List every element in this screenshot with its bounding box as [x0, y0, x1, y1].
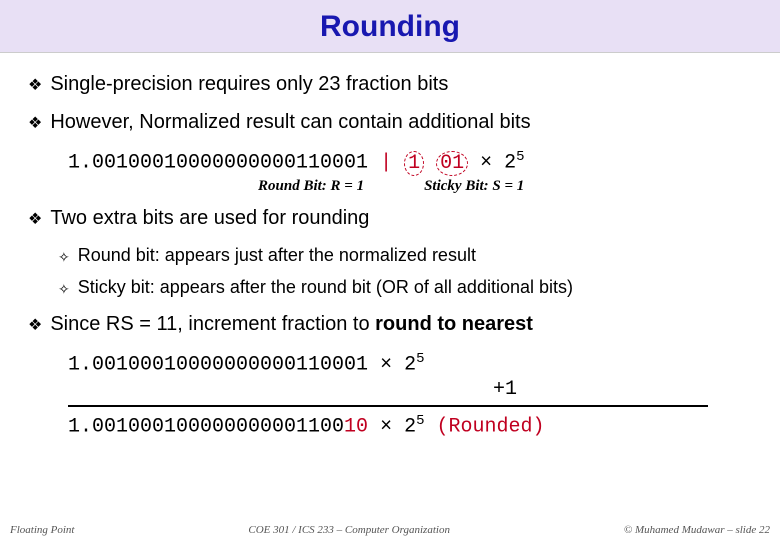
- b4-pre: Since RS = 11, increment fraction to: [50, 313, 375, 335]
- calc1-exp: 5: [416, 351, 424, 367]
- calc1-mantissa: 1.00100010000000000110001: [68, 353, 368, 376]
- example-bits: 1.00100010000000000110001 | 1 01 × 25: [68, 149, 752, 176]
- bullet-4: ❖ Since RS = 11, increment fraction to r…: [28, 313, 752, 339]
- exp: 5: [516, 149, 524, 165]
- calc-plus-one: +1: [258, 378, 752, 401]
- b4-bold: round to nearest: [375, 313, 533, 335]
- calc1-mult: × 2: [368, 353, 416, 376]
- diamond-small-icon: ✧: [58, 277, 70, 301]
- footer-right: © Muhamed Mudawar – slide 22: [624, 524, 770, 536]
- sticky-bits-val: 01: [440, 152, 464, 175]
- calc-result: 1.00100010000000000110010 × 25 (Rounded): [68, 413, 752, 439]
- slide-content: ❖ Single-precision requires only 23 frac…: [0, 53, 780, 439]
- res-mantissa: 1.001000100000000001100: [68, 416, 344, 439]
- example-mantissa: 1.00100010000000000110001: [68, 152, 368, 175]
- calc-divider: [68, 405, 708, 407]
- bullet-3-text: Two extra bits are used for rounding: [50, 207, 369, 230]
- bullet-3: ❖ Two extra bits are used for rounding: [28, 207, 752, 233]
- sticky-bits-box: 01: [436, 151, 468, 176]
- example-sep: |: [368, 152, 404, 175]
- bullet-1: ❖ Single-precision requires only 23 frac…: [28, 73, 752, 99]
- bullet-1-text: Single-precision requires only 23 fracti…: [50, 73, 448, 96]
- res-rounded: (Rounded): [424, 416, 544, 439]
- round-bit-box: 1: [404, 151, 424, 176]
- footer-left: Floating Point: [10, 524, 74, 536]
- slide-footer: Floating Point COE 301 / ICS 233 – Compu…: [0, 524, 780, 536]
- round-bit-label: Round Bit: R = 1: [258, 178, 364, 195]
- calc-line-1: 1.00100010000000000110001 × 25: [68, 351, 752, 377]
- sub1-rest: appears just after the normalized result: [160, 245, 476, 265]
- sub2-pre: Sticky bit:: [78, 277, 155, 297]
- bullet-2: ❖ However, Normalized result can contain…: [28, 111, 752, 137]
- round-bit-val: 1: [408, 152, 420, 175]
- slide-title: Rounding: [0, 0, 780, 53]
- sp: [424, 152, 436, 175]
- sub-bullet-2: ✧ Sticky bit: appears after the round bi…: [58, 277, 752, 301]
- sub2-rest: appears after the round bit (OR of all a…: [155, 277, 573, 297]
- bullet-2-text: However, Normalized result can contain a…: [50, 111, 530, 134]
- footer-mid: COE 301 / ICS 233 – Computer Organizatio…: [248, 524, 450, 536]
- diamond-icon: ❖: [28, 73, 42, 99]
- res-mult: × 2: [368, 416, 416, 439]
- bit-annotations: Round Bit: R = 1 Sticky Bit: S = 1: [258, 178, 752, 195]
- sub1-text: Round bit: appears just after the normal…: [78, 245, 476, 266]
- diamond-small-icon: ✧: [58, 245, 70, 269]
- res-last: 10: [344, 416, 368, 439]
- diamond-icon: ❖: [28, 207, 42, 233]
- mult-sym: × 2: [468, 152, 516, 175]
- diamond-icon: ❖: [28, 111, 42, 137]
- sub1-pre: Round bit:: [78, 245, 160, 265]
- bullet-4-text: Since RS = 11, increment fraction to rou…: [50, 313, 533, 336]
- diamond-icon: ❖: [28, 313, 42, 339]
- sub2-text: Sticky bit: appears after the round bit …: [78, 277, 573, 298]
- sticky-bit-label: Sticky Bit: S = 1: [424, 178, 524, 195]
- sub-bullet-1: ✧ Round bit: appears just after the norm…: [58, 245, 752, 269]
